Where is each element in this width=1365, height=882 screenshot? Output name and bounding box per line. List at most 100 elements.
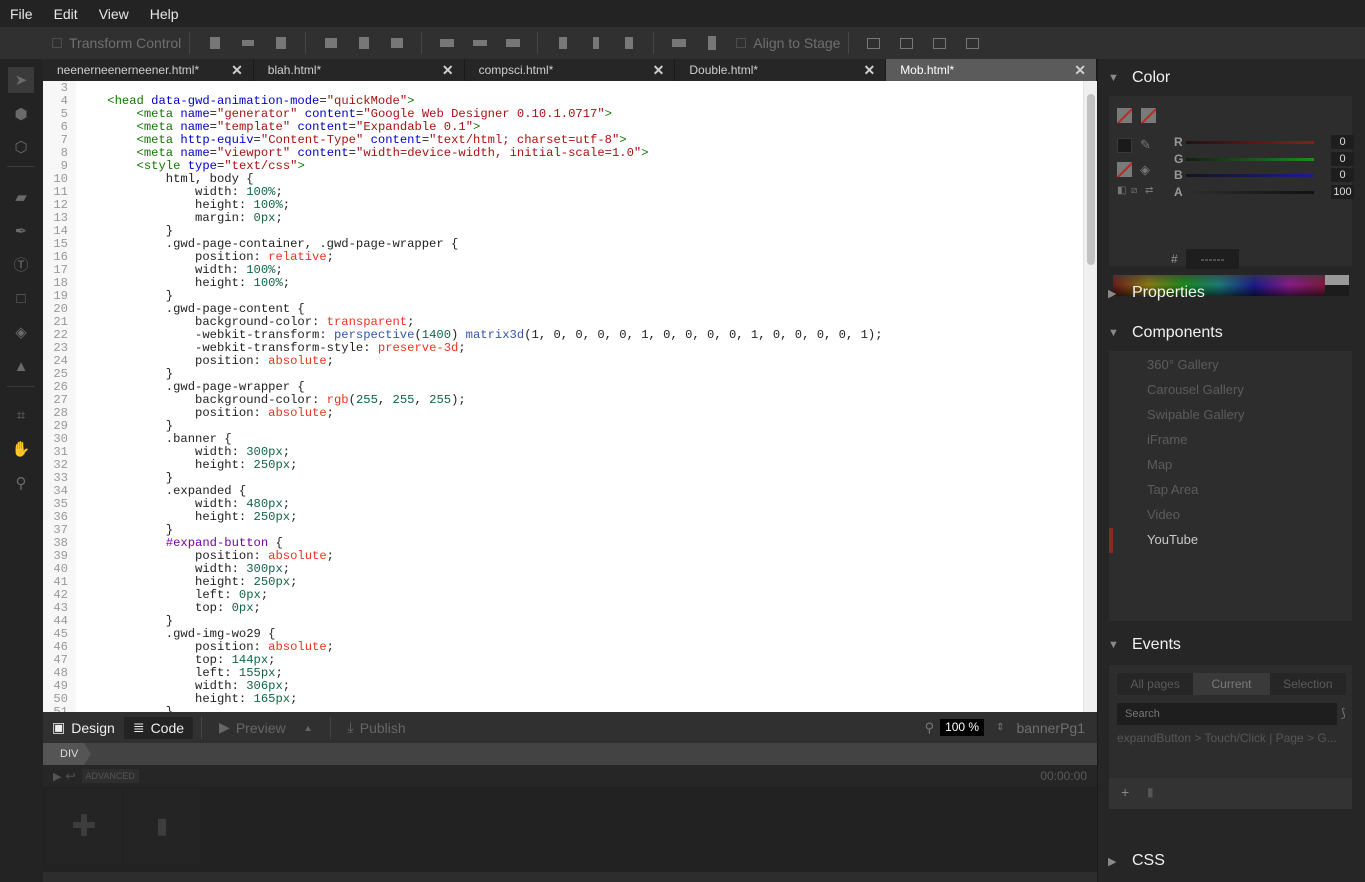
pen-icon[interactable]: ✒ [8, 218, 34, 244]
publish-button[interactable]: ⤓ Publish [339, 717, 415, 739]
tab-current[interactable]: Current [1193, 673, 1270, 695]
hand-icon[interactable]: ✋ [8, 436, 34, 462]
chevron-up-icon[interactable]: ▲ [304, 723, 313, 733]
vertical-scrollbar[interactable] [1083, 81, 1097, 712]
add-event-icon[interactable]: + [1121, 784, 1129, 800]
advanced-mode-button[interactable]: ADVANCED [81, 769, 139, 783]
select-icon[interactable]: ➤ [8, 67, 34, 93]
play-icon[interactable]: ▶ [53, 770, 61, 783]
fill-none-swatch[interactable] [1141, 108, 1156, 123]
component-item[interactable]: Tap Area [1147, 482, 1198, 497]
component-item[interactable]: Carousel Gallery [1147, 382, 1244, 397]
stroke-color-swatch[interactable] [1117, 138, 1132, 153]
tab-selection[interactable]: Selection [1270, 673, 1346, 695]
fill-color-swatch[interactable] [1117, 162, 1132, 177]
send-to-back-icon[interactable] [890, 32, 923, 54]
search-clear-icon[interactable]: ⟆ [1341, 706, 1346, 720]
properties-section-header[interactable]: ▶ Properties [1098, 278, 1365, 308]
component-item[interactable]: Swipable Gallery [1147, 407, 1245, 422]
stamp-icon[interactable]: ▲ [8, 353, 34, 379]
fill-icon[interactable]: ◈ [8, 319, 34, 345]
distribute-left-icon[interactable] [546, 32, 579, 54]
blue-value-input[interactable]: 0 [1331, 168, 1354, 182]
design-view-button[interactable]: ▣ Design [43, 717, 124, 739]
distribute-vcenter-icon[interactable] [463, 32, 496, 54]
paint-bucket-icon[interactable]: ◈ [1140, 162, 1150, 178]
close-icon[interactable]: ✕ [1074, 62, 1086, 79]
zoom-icon[interactable]: ⚲ [8, 470, 34, 496]
3d-stage-icon[interactable]: ⌗ [8, 402, 34, 428]
space-horizontal-icon[interactable] [695, 32, 728, 54]
component-item[interactable]: Map [1147, 457, 1172, 472]
tag-icon[interactable]: ▰ [8, 184, 34, 210]
page-selector[interactable]: bannerPg1 [1016, 720, 1085, 736]
undo-icon[interactable]: ↩ [65, 769, 75, 783]
document-tab[interactable]: blah.html* ✕ [254, 59, 465, 81]
zoom-level-input[interactable]: 100 % [940, 719, 985, 736]
transform-control-checkbox[interactable]: Transform Control [52, 35, 181, 51]
3d-translate-icon[interactable]: ⬡ [8, 134, 34, 160]
stroke-none-swatch[interactable] [1117, 108, 1132, 123]
green-slider[interactable]: G0 [1174, 152, 1354, 166]
menu-edit[interactable]: Edit [44, 6, 89, 22]
document-tab[interactable]: Double.html* ✕ [675, 59, 887, 81]
color-section-header[interactable]: ▼ Color [1098, 63, 1365, 93]
default-colors-icon[interactable]: ◧ [1117, 185, 1126, 196]
component-item-selected[interactable]: YouTube [1147, 532, 1198, 547]
swap-colors-icon[interactable]: ⇄ [1145, 185, 1153, 196]
red-slider[interactable]: R0 [1174, 135, 1354, 149]
send-backward-icon[interactable] [956, 32, 989, 54]
breadcrumb-item[interactable]: DIV [43, 743, 91, 765]
event-item[interactable]: expandButton > Touch/Click | Page > G... [1117, 731, 1337, 745]
events-section-header[interactable]: ▼ Events [1098, 630, 1365, 660]
preview-button[interactable]: ▶ Preview ▲ [210, 717, 322, 739]
page-stepper-icon[interactable]: ⇕ [996, 722, 1004, 733]
close-icon[interactable]: ✕ [442, 62, 454, 79]
align-vcenter-icon[interactable] [231, 32, 264, 54]
code-view-button[interactable]: ≣ Code [123, 716, 194, 739]
text-icon[interactable]: Ⓣ [8, 251, 34, 277]
menu-file[interactable]: File [0, 6, 44, 22]
delete-keyframe-button[interactable]: ▮ [124, 789, 200, 863]
component-item[interactable]: Video [1147, 507, 1180, 522]
distribute-bottom-icon[interactable] [496, 32, 529, 54]
css-section-header[interactable]: ▶ CSS [1098, 846, 1365, 876]
menu-help[interactable]: Help [140, 6, 190, 22]
tab-all-pages[interactable]: All pages [1117, 673, 1193, 695]
align-hcenter-icon[interactable] [347, 32, 380, 54]
3d-rotate-icon[interactable]: ⬢ [8, 101, 34, 127]
distribute-hcenter-icon[interactable] [579, 32, 612, 54]
bring-to-front-icon[interactable] [857, 32, 890, 54]
hex-input[interactable]: ------ [1186, 249, 1239, 269]
align-to-stage-checkbox[interactable]: Align to Stage [736, 35, 840, 51]
components-section-header[interactable]: ▼ Components [1098, 318, 1365, 348]
bring-forward-icon[interactable] [923, 32, 956, 54]
align-bottom-icon[interactable] [264, 32, 297, 54]
align-left-icon[interactable] [314, 32, 347, 54]
component-item[interactable]: 360° Gallery [1147, 357, 1219, 372]
green-value-input[interactable]: 0 [1331, 152, 1354, 166]
alpha-value-input[interactable]: 100 [1331, 185, 1354, 199]
code-content[interactable]: 34 <head data-gwd-animation-mode="quickM… [43, 82, 882, 713]
menu-view[interactable]: View [89, 6, 140, 22]
space-vertical-icon[interactable] [662, 32, 695, 54]
shape-icon[interactable]: □ [8, 285, 34, 311]
distribute-right-icon[interactable] [612, 32, 645, 54]
document-tab-active[interactable]: Mob.html* ✕ [886, 59, 1097, 81]
close-icon[interactable]: ✕ [653, 62, 665, 79]
close-icon[interactable]: ✕ [231, 62, 243, 79]
code-editor[interactable]: 34 <head data-gwd-animation-mode="quickM… [43, 81, 1097, 712]
delete-event-icon[interactable]: ▮ [1147, 785, 1154, 799]
no-color-icon[interactable]: ⧄ [1131, 185, 1137, 196]
align-right-icon[interactable] [380, 32, 413, 54]
events-search-input[interactable]: Search [1117, 703, 1337, 725]
alpha-slider[interactable]: A 100 [1174, 185, 1354, 199]
add-keyframe-button[interactable]: ✚ [46, 789, 122, 863]
component-item[interactable]: iFrame [1147, 432, 1187, 447]
blue-slider[interactable]: B0 [1174, 168, 1354, 182]
document-tab[interactable]: neenerneenerneener.html* ✕ [43, 59, 254, 81]
align-top-icon[interactable] [198, 32, 231, 54]
close-icon[interactable]: ✕ [863, 62, 875, 79]
scrollbar-thumb[interactable] [1087, 94, 1095, 265]
red-value-input[interactable]: 0 [1331, 135, 1354, 149]
